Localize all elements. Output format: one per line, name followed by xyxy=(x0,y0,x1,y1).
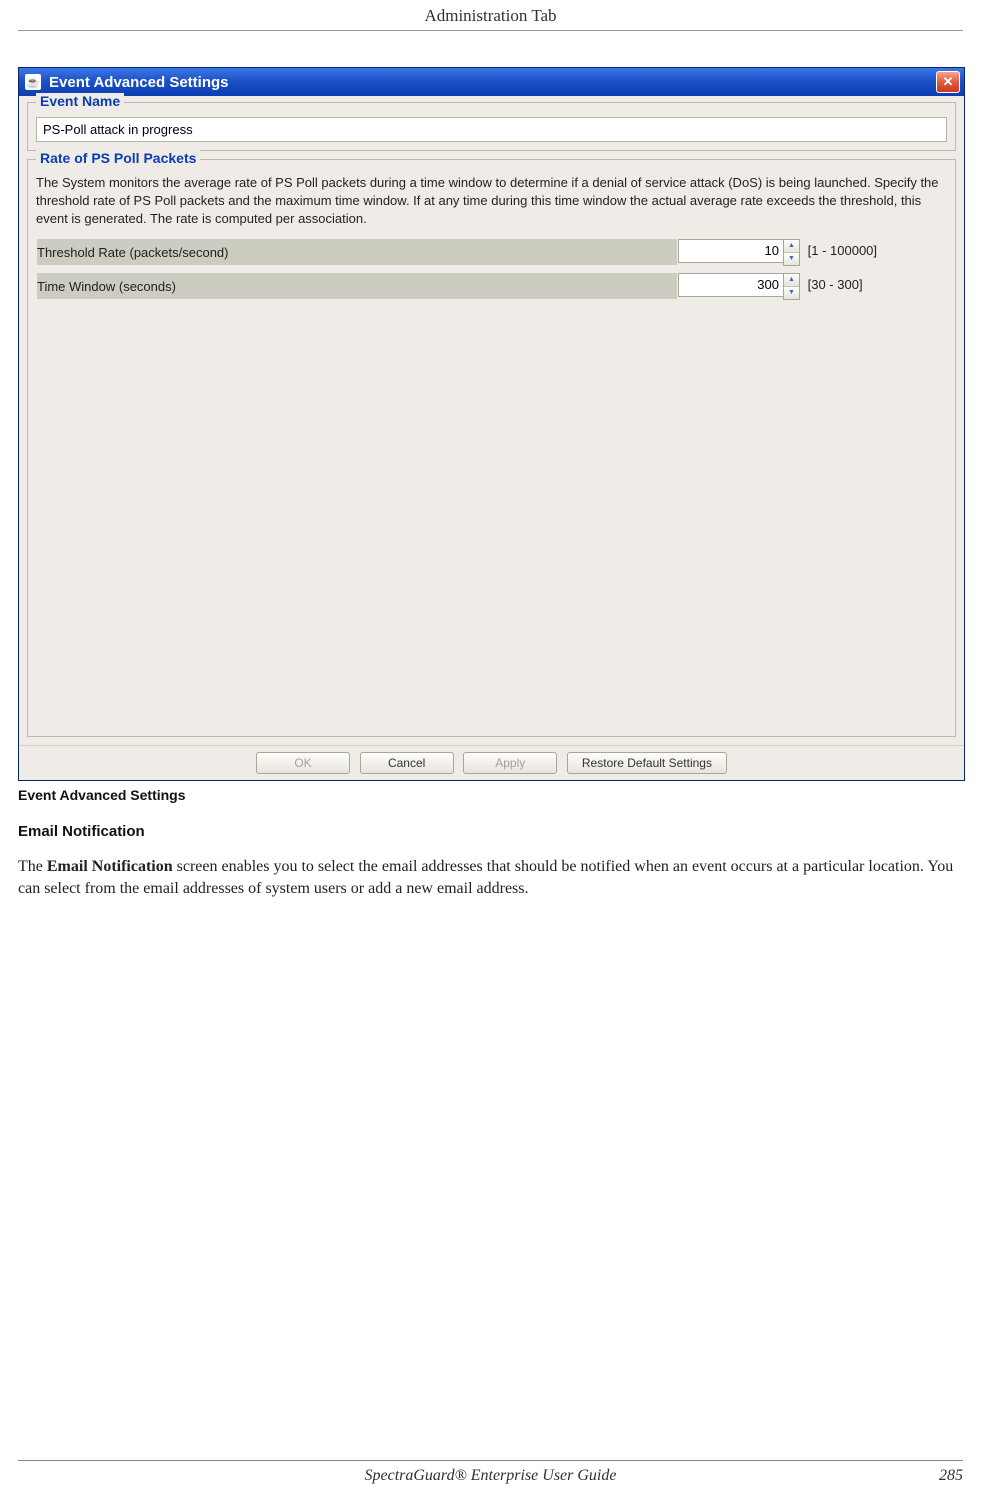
rate-description: The System monitors the average rate of … xyxy=(36,174,947,228)
param-row-threshold: Threshold Rate (packets/second) ▲ ▼ [1 -… xyxy=(37,239,948,266)
para-bold: Email Notification xyxy=(47,858,173,875)
figure-caption: Event Advanced Settings xyxy=(18,787,963,803)
java-icon: ☕ xyxy=(25,74,41,90)
titlebar: ☕ Event Advanced Settings ✕ xyxy=(19,68,964,96)
ok-button[interactable]: OK xyxy=(256,752,350,774)
spin-down-icon[interactable]: ▼ xyxy=(784,287,799,299)
param-label: Threshold Rate (packets/second) xyxy=(37,239,678,266)
range-text: [1 - 100000] xyxy=(808,243,877,258)
page-footer: SpectraGuard® Enterprise User Guide 285 xyxy=(18,1460,963,1485)
close-icon[interactable]: ✕ xyxy=(936,71,960,93)
apply-button[interactable]: Apply xyxy=(463,752,557,774)
event-name-group: Event Name xyxy=(27,102,956,151)
page-number: 285 xyxy=(903,1467,963,1485)
param-row-timewindow: Time Window (seconds) ▲ ▼ [30 - 300] xyxy=(37,273,948,300)
param-label: Time Window (seconds) xyxy=(37,273,678,300)
body-paragraph: The Email Notification screen enables yo… xyxy=(18,856,963,900)
spin-up-icon[interactable]: ▲ xyxy=(784,240,799,253)
section-heading: Email Notification xyxy=(18,823,963,840)
threshold-rate-input[interactable] xyxy=(678,239,783,263)
spin-up-icon[interactable]: ▲ xyxy=(784,274,799,287)
cancel-button[interactable]: Cancel xyxy=(360,752,454,774)
page-header: Administration Tab xyxy=(18,0,963,31)
event-name-legend: Event Name xyxy=(36,93,124,109)
event-name-field[interactable] xyxy=(36,117,947,142)
window-title: Event Advanced Settings xyxy=(49,74,936,91)
rate-group: Rate of PS Poll Packets The System monit… xyxy=(27,159,956,737)
para-text: The xyxy=(18,858,47,875)
spin-down-icon[interactable]: ▼ xyxy=(784,253,799,265)
button-bar: OK Cancel Apply Restore Default Settings xyxy=(19,745,964,780)
footer-center: SpectraGuard® Enterprise User Guide xyxy=(78,1467,903,1485)
time-window-input[interactable] xyxy=(678,273,783,297)
restore-defaults-button[interactable]: Restore Default Settings xyxy=(567,752,727,774)
range-text: [30 - 300] xyxy=(808,277,863,292)
dialog-window: ☕ Event Advanced Settings ✕ Event Name R… xyxy=(18,67,965,781)
rate-legend: Rate of PS Poll Packets xyxy=(36,150,200,166)
